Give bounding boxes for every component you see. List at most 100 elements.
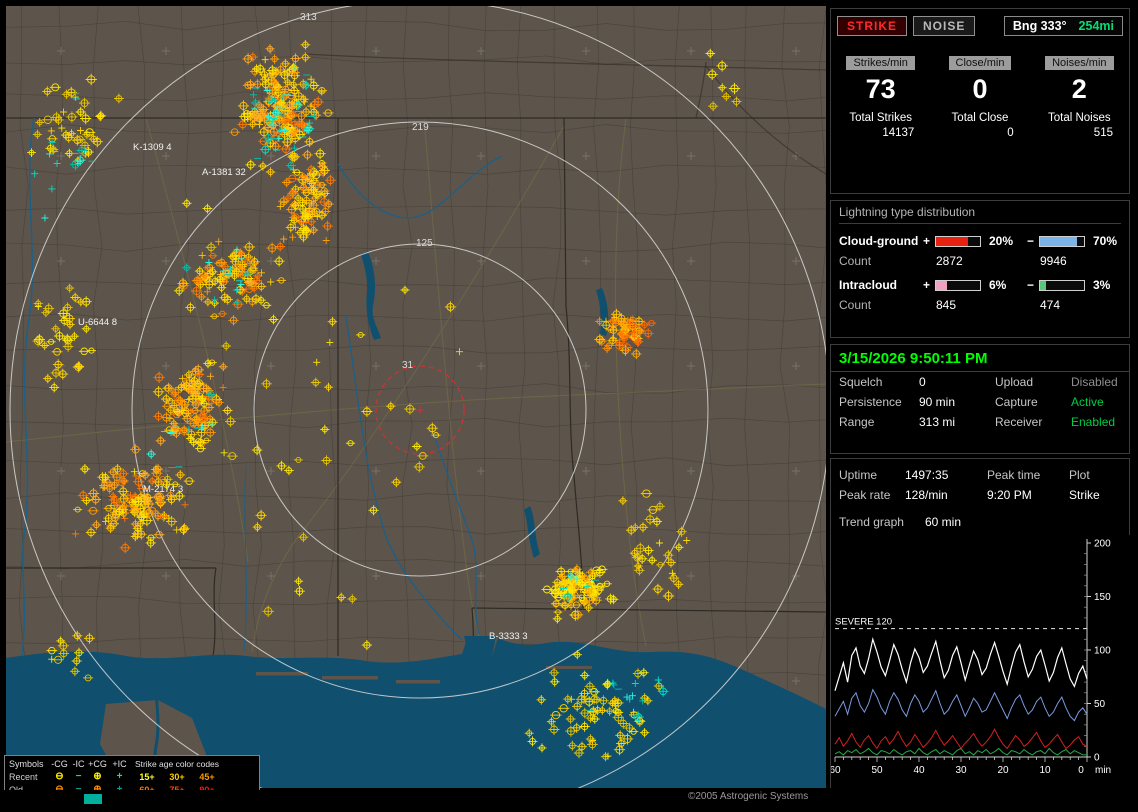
plot-value: Strike <box>1069 488 1121 502</box>
svg-text:150: 150 <box>1094 592 1111 603</box>
svg-text:10: 10 <box>1039 765 1051 776</box>
rate-headers-row: Strikes/min Close/min Noises/min <box>831 53 1129 71</box>
total-close-value: 0 <box>930 127 1029 139</box>
noise-button[interactable]: NOISE <box>913 16 975 36</box>
receiver-value: Enabled <box>1071 415 1121 429</box>
type-label: Intracloud <box>839 278 923 292</box>
distribution-title: Lightning type distribution <box>839 205 1121 224</box>
svg-text:20: 20 <box>997 765 1009 776</box>
count-label: Count <box>839 254 923 268</box>
svg-text:50: 50 <box>1094 699 1106 710</box>
total-strikes-value: 14137 <box>831 127 930 139</box>
svg-text:219: 219 <box>412 122 429 133</box>
peak-rate-label: Peak rate <box>839 488 905 502</box>
cg-plus-count: 2872 <box>923 254 1027 268</box>
plus-sign: + <box>923 234 935 248</box>
total-noises-value: 515 <box>1030 127 1129 139</box>
cg-minus-bar <box>1039 236 1085 247</box>
stats-section: Uptime 1497:35 Peak time Plot Peak rate … <box>830 458 1130 788</box>
minus-sign: − <box>1027 278 1039 292</box>
trend-graph-label: Trend graph <box>839 515 925 529</box>
status-row: Range 313 mi Receiver Enabled <box>831 412 1129 432</box>
datetime-display: 3/15/2026 9:50:11 PM <box>831 345 1129 372</box>
svg-text:60: 60 <box>831 765 841 776</box>
svg-text:313: 313 <box>300 12 317 23</box>
map-svg: 31125219313K-1309 4A-1381 32U-6644 8M-21… <box>6 6 826 788</box>
ic-minus-bar <box>1039 280 1085 291</box>
bearing-label: Bng 333° <box>1013 19 1067 33</box>
plot-label: Plot <box>1069 468 1121 482</box>
range-label: Range <box>839 415 919 429</box>
svg-text:0: 0 <box>1078 765 1084 776</box>
svg-text:31: 31 <box>402 360 414 371</box>
taskbar-chip[interactable] <box>84 794 102 804</box>
ic-minus-pct: 3% <box>1089 278 1127 292</box>
totals-values-row: 14137 0 515 <box>831 127 1129 139</box>
status-section: 3/15/2026 9:50:11 PM Squelch 0 Upload Di… <box>830 344 1130 454</box>
svg-text:200: 200 <box>1094 539 1111 550</box>
total-noises-label: Total Noises <box>1030 112 1129 124</box>
range-value: 313 mi <box>919 415 995 429</box>
bearing-distance: 254mi <box>1079 19 1114 33</box>
ic-plus-pct: 6% <box>985 278 1027 292</box>
persistence-label: Persistence <box>839 395 919 409</box>
ic-plus-bar <box>935 280 981 291</box>
svg-text:30: 30 <box>955 765 967 776</box>
ic-minus-count: 474 <box>1027 298 1127 312</box>
close-per-min-value: 0 <box>930 74 1029 105</box>
intracloud-row: Intracloud + 6% − 3% <box>839 275 1121 295</box>
svg-text:M-2174 3: M-2174 3 <box>143 484 183 495</box>
noises-per-min-value: 2 <box>1030 74 1129 105</box>
capture-label: Capture <box>995 395 1071 409</box>
svg-text:0: 0 <box>1094 753 1100 764</box>
upload-label: Upload <box>995 375 1071 389</box>
persistence-value: 90 min <box>919 395 995 409</box>
stats-row: Uptime 1497:35 Peak time Plot <box>831 465 1129 485</box>
trend-chart: 2001501005006050403020100minSEVERE 120 <box>831 535 1131 791</box>
squelch-value: 0 <box>919 375 995 389</box>
peak-rate-value: 128/min <box>905 488 987 502</box>
count-label: Count <box>839 298 923 312</box>
intracloud-counts: Count 845 474 <box>839 295 1121 315</box>
cloud-ground-row: Cloud-ground + 20% − 70% <box>839 231 1121 251</box>
control-panel: STRIKE NOISE Bng 333° 254mi Strikes/min … <box>830 6 1132 790</box>
noises-per-min-chip[interactable]: Noises/min <box>1045 56 1113 70</box>
cloud-ground-counts: Count 2872 9946 <box>839 251 1121 271</box>
stats-row: Peak rate 128/min 9:20 PM Strike <box>831 485 1129 505</box>
minus-sign: − <box>1027 234 1039 248</box>
bearing-readout: Bng 333° 254mi <box>1004 16 1123 36</box>
peak-time-label: Peak time <box>987 468 1069 482</box>
upload-value: Disabled <box>1071 375 1121 389</box>
squelch-label: Squelch <box>839 375 919 389</box>
map-display[interactable]: 31125219313K-1309 4A-1381 32U-6644 8M-21… <box>6 6 826 788</box>
distribution-section: Lightning type distribution Cloud-ground… <box>830 200 1130 338</box>
trend-label-row: Trend graph 60 min <box>831 511 1129 533</box>
copyright-text: ©2005 Astrogenic Systems <box>688 791 808 802</box>
totals-labels-row: Total Strikes Total Close Total Noises <box>831 112 1129 124</box>
svg-text:A-1381 32: A-1381 32 <box>202 167 246 178</box>
close-per-min-chip[interactable]: Close/min <box>949 56 1012 70</box>
total-close-label: Total Close <box>930 112 1029 124</box>
svg-text:SEVERE 120: SEVERE 120 <box>835 617 892 628</box>
rates-section: STRIKE NOISE Bng 333° 254mi Strikes/min … <box>830 8 1130 194</box>
peak-time-value: 9:20 PM <box>987 488 1069 502</box>
plus-sign: + <box>923 278 935 292</box>
rate-values-row: 73 0 2 <box>831 74 1129 105</box>
strikes-per-min-value: 73 <box>831 74 930 105</box>
svg-text:min: min <box>1095 765 1111 776</box>
svg-text:50: 50 <box>871 765 883 776</box>
legend-row: Recent⊖−⊕+15+30+45+ <box>8 770 256 783</box>
total-strikes-label: Total Strikes <box>831 112 930 124</box>
uptime-label: Uptime <box>839 468 905 482</box>
mode-row: STRIKE NOISE Bng 333° 254mi <box>831 9 1129 36</box>
svg-text:B-3333 3: B-3333 3 <box>489 631 528 642</box>
cg-plus-bar <box>935 236 981 247</box>
strikes-per-min-chip[interactable]: Strikes/min <box>846 56 914 70</box>
capture-value: Active <box>1071 395 1121 409</box>
status-row: Persistence 90 min Capture Active <box>831 392 1129 412</box>
cg-minus-count: 9946 <box>1027 254 1127 268</box>
svg-text:100: 100 <box>1094 646 1111 657</box>
strike-button[interactable]: STRIKE <box>837 16 907 36</box>
cg-plus-pct: 20% <box>985 234 1027 248</box>
legend-header: Symbols-CG-IC+CG+ICStrike age color code… <box>8 757 256 770</box>
